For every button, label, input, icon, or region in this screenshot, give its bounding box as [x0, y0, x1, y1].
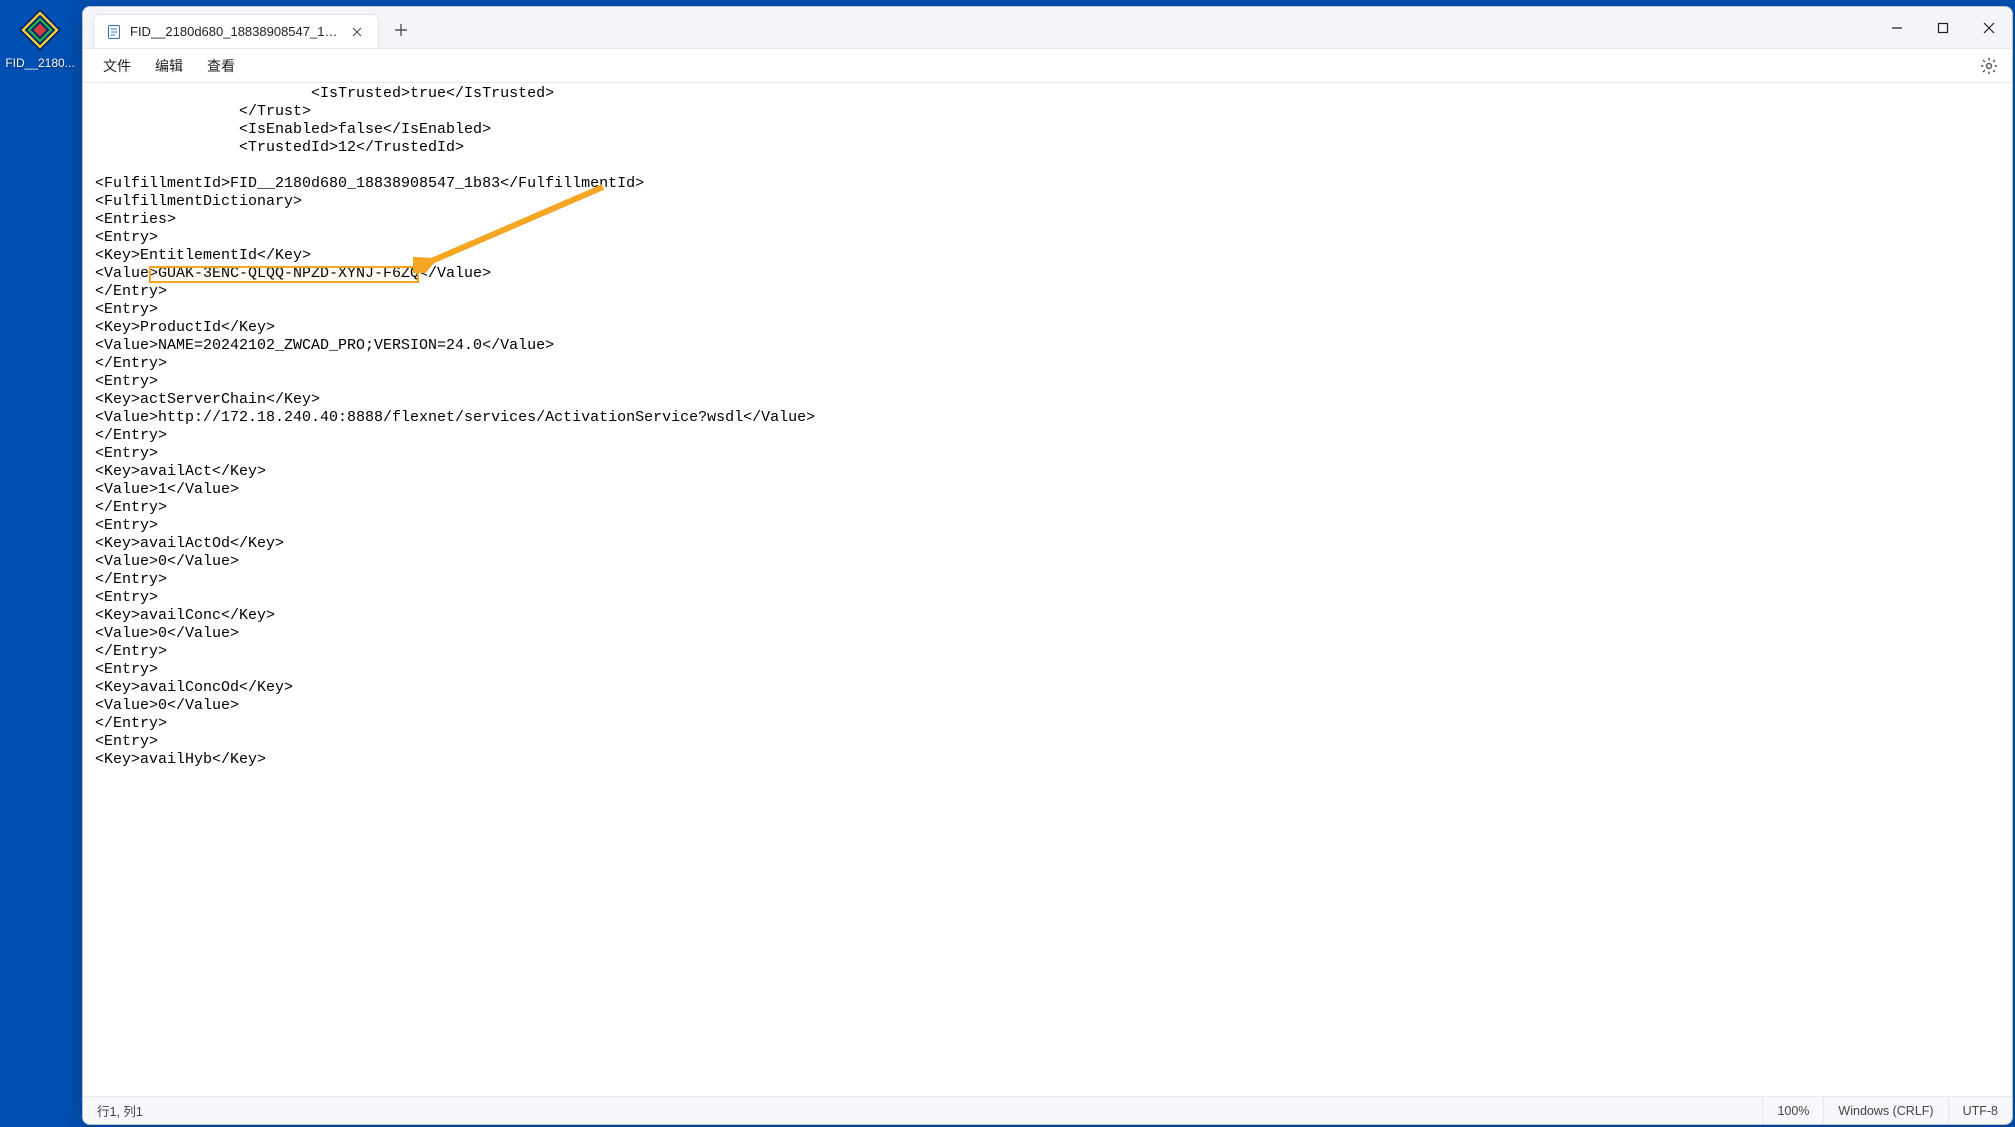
text-editor[interactable]: <IsTrusted>true</IsTrusted> </Trust> <Is…: [83, 83, 2012, 1096]
menu-file[interactable]: 文件: [91, 52, 143, 80]
titlebar-drag-area[interactable]: [417, 7, 1874, 48]
status-zoom[interactable]: 100%: [1762, 1097, 1823, 1124]
menu-edit[interactable]: 编辑: [143, 52, 195, 80]
gear-icon: [1980, 57, 1998, 75]
status-line-ending[interactable]: Windows (CRLF): [1823, 1097, 1947, 1124]
desktop-file-shortcut[interactable]: FID__2180...: [4, 6, 76, 70]
status-encoding[interactable]: UTF-8: [1948, 1097, 2012, 1124]
titlebar: FID__2180d680_18838908547_1b83: [83, 7, 2012, 49]
new-tab-button[interactable]: [385, 14, 417, 46]
settings-button[interactable]: [1974, 51, 2004, 81]
notepad-window: FID__2180d680_18838908547_1b83 文件 编辑: [82, 6, 2013, 1125]
menu-view[interactable]: 查看: [195, 52, 247, 80]
file-icon: [16, 6, 64, 54]
desktop-file-label: FID__2180...: [5, 56, 74, 70]
statusbar: 行1, 列1 100% Windows (CRLF) UTF-8: [83, 1096, 2012, 1124]
menubar: 文件 编辑 查看: [83, 49, 2012, 83]
minimize-button[interactable]: [1874, 7, 1920, 48]
window-controls: [1874, 7, 2012, 48]
tab-title: FID__2180d680_18838908547_1b83: [130, 24, 340, 39]
editor-content[interactable]: <IsTrusted>true</IsTrusted> </Trust> <Is…: [83, 83, 2012, 771]
maximize-button[interactable]: [1920, 7, 1966, 48]
tab-close-button[interactable]: [348, 23, 366, 41]
document-icon: [106, 24, 122, 40]
status-cursor-position: 行1, 列1: [83, 1097, 157, 1124]
close-button[interactable]: [1966, 7, 2012, 48]
tab-active[interactable]: FID__2180d680_18838908547_1b83: [93, 14, 379, 48]
tab-strip: FID__2180d680_18838908547_1b83: [83, 7, 417, 48]
